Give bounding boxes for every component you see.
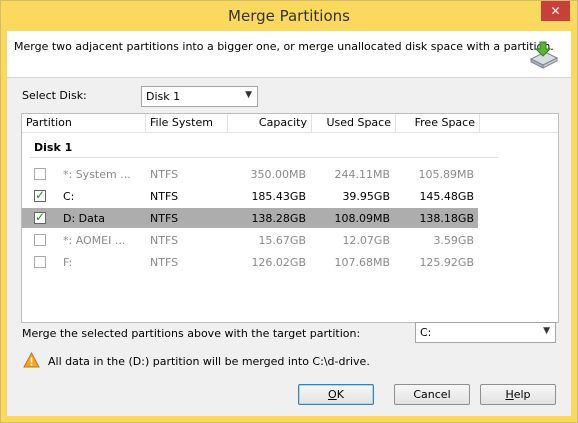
free-space: 125.92GB [419, 256, 474, 269]
disk-group-label: Disk 1 [34, 141, 73, 154]
title-bar[interactable]: Merge Partitions ✕ [1, 1, 577, 31]
file-system: NTFS [150, 234, 179, 247]
chevron-down-icon: ▼ [245, 90, 252, 100]
checkmark-icon: ✓ [35, 188, 46, 202]
used-space: 12.07GB [342, 234, 390, 247]
used-space: 107.68MB [334, 256, 390, 269]
table-row[interactable]: *: System ... NTFS 350.00MB 244.11MB 105… [22, 164, 478, 184]
free-space: 145.48GB [419, 190, 474, 203]
chevron-down-icon: ▼ [543, 326, 550, 336]
free-space: 3.59GB [433, 234, 474, 247]
free-space: 138.18GB [419, 212, 474, 225]
column-header-capacity[interactable]: Capacity [228, 114, 312, 132]
partition-list[interactable]: Partition File System Capacity Used Spac… [21, 113, 559, 323]
capacity: 15.67GB [258, 234, 306, 247]
file-system: NTFS [150, 190, 179, 203]
list-header: Partition File System Capacity Used Spac… [22, 114, 558, 133]
cancel-label: Cancel [413, 388, 451, 401]
free-space: 105.89MB [418, 168, 474, 181]
partition-name: *: System ... [63, 168, 131, 181]
file-system: NTFS [150, 256, 179, 269]
disk-select-value: Disk 1 [146, 90, 181, 103]
target-partition-select[interactable]: C: ▼ [415, 322, 556, 343]
used-space: 108.09MB [334, 212, 390, 225]
capacity: 138.28GB [251, 212, 306, 225]
close-icon: ✕ [550, 4, 561, 18]
file-system: NTFS [150, 168, 179, 181]
partition-name: *: AOMEI ... [63, 234, 126, 247]
partition-name: C: [63, 190, 75, 203]
ok-button[interactable]: OK [298, 384, 374, 405]
ok-mnemonic: O [328, 388, 337, 401]
partition-checkbox[interactable] [34, 234, 46, 246]
group-divider [30, 157, 498, 158]
merge-partitions-window: Merge Partitions ✕ Merge two adjacent pa… [0, 0, 578, 423]
close-button[interactable]: ✕ [541, 1, 570, 21]
capacity: 350.00MB [250, 168, 306, 181]
partition-name: F: [63, 256, 73, 269]
disk-select[interactable]: Disk 1 ▼ [141, 86, 258, 107]
description-text: Merge two adjacent partitions into a big… [14, 40, 554, 53]
warning-icon [23, 352, 40, 368]
table-row[interactable]: F: NTFS 126.02GB 107.68MB 125.92GB [22, 252, 478, 272]
column-header-partition[interactable]: Partition [22, 114, 146, 132]
help-label: elp [513, 388, 531, 401]
capacity: 126.02GB [251, 256, 306, 269]
capacity: 185.43GB [251, 190, 306, 203]
select-disk-label: Select Disk: [22, 89, 87, 102]
checkmark-icon: ✓ [35, 210, 46, 224]
warning-text: All data in the (D:) partition will be m… [48, 355, 370, 368]
column-header-used-space[interactable]: Used Space [312, 114, 396, 132]
partition-checkbox[interactable] [34, 256, 46, 268]
column-header-file-system[interactable]: File System [146, 114, 228, 132]
table-row[interactable]: ✓ C: NTFS 185.43GB 39.95GB 145.48GB [22, 186, 478, 206]
file-system: NTFS [150, 212, 179, 225]
ok-label: K [336, 388, 344, 401]
table-row-selected[interactable]: ✓ D: Data NTFS 138.28GB 108.09MB 138.18G… [22, 208, 478, 228]
cancel-button[interactable]: Cancel [394, 384, 470, 405]
partition-checkbox[interactable] [34, 168, 46, 180]
partition-checkbox[interactable]: ✓ [34, 210, 46, 224]
used-space: 244.11MB [334, 168, 390, 181]
merge-disk-icon [529, 41, 559, 69]
partition-name: D: Data [63, 212, 105, 225]
partition-checkbox[interactable]: ✓ [34, 188, 46, 202]
used-space: 39.95GB [342, 190, 390, 203]
dialog-body: Merge two adjacent partitions into a big… [7, 31, 571, 416]
column-header-free-space[interactable]: Free Space [396, 114, 480, 132]
target-partition-value: C: [420, 326, 432, 339]
window-title: Merge Partitions [228, 7, 350, 25]
table-row[interactable]: *: AOMEI ... NTFS 15.67GB 12.07GB 3.59GB [22, 230, 478, 250]
help-button[interactable]: Help [480, 384, 556, 405]
target-partition-label: Merge the selected partitions above with… [22, 327, 361, 340]
description-banner: Merge two adjacent partitions into a big… [7, 31, 571, 78]
help-mnemonic: H [505, 388, 514, 401]
